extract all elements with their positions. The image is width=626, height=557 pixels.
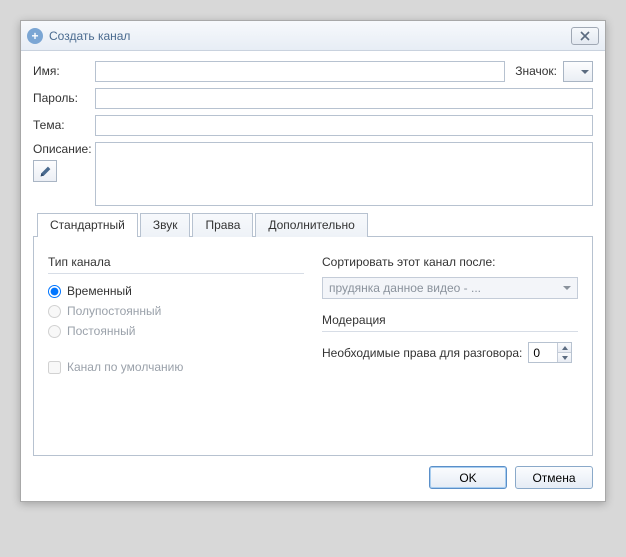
password-input[interactable]	[95, 88, 593, 109]
description-label: Описание:	[33, 142, 92, 156]
spinner-down[interactable]	[558, 353, 571, 362]
talk-power-input[interactable]	[529, 343, 557, 362]
titlebar: + Создать канал	[21, 21, 605, 51]
tabpanel-standard: Тип канала Временный Полупостоянный Пост…	[33, 236, 593, 456]
tab-standard[interactable]: Стандартный	[37, 213, 138, 237]
password-label: Пароль:	[33, 88, 95, 105]
edit-description-button[interactable]	[33, 160, 57, 182]
checkbox-default-channel[interactable]: Канал по умолчанию	[48, 360, 304, 374]
sort-after-dropdown[interactable]: прудянка данное видео - ...	[322, 277, 578, 299]
radio-temporary[interactable]: Временный	[48, 284, 304, 298]
spinner-up[interactable]	[558, 343, 571, 353]
radio-perm-input[interactable]	[48, 325, 61, 338]
radio-perm[interactable]: Постоянный	[48, 324, 304, 338]
tab-sound[interactable]: Звук	[140, 213, 191, 237]
talk-power-spinner[interactable]	[528, 342, 572, 363]
tabs: Стандартный Звук Права Дополнительно Тип…	[33, 212, 593, 456]
icon-picker[interactable]	[563, 61, 593, 82]
checkbox-default-label: Канал по умолчанию	[67, 360, 183, 374]
moderation-title: Модерация	[322, 313, 578, 332]
tab-advanced[interactable]: Дополнительно	[255, 213, 367, 237]
chevron-down-icon	[563, 284, 571, 292]
window-title: Создать канал	[49, 29, 130, 43]
name-label: Имя:	[33, 61, 95, 78]
topic-input[interactable]	[95, 115, 593, 136]
icon-label: Значок:	[515, 61, 557, 78]
create-channel-dialog: + Создать канал Имя: Значок: Пароль: Тем…	[20, 20, 606, 502]
close-button[interactable]	[571, 27, 599, 45]
dialog-body: Имя: Значок: Пароль: Тема: Описание:	[21, 51, 605, 501]
close-icon	[580, 31, 590, 41]
chevron-up-icon	[562, 346, 568, 350]
channel-type-title: Тип канала	[48, 255, 304, 274]
radio-temporary-input[interactable]	[48, 285, 61, 298]
topic-label: Тема:	[33, 115, 95, 132]
radio-perm-label: Постоянный	[67, 324, 135, 338]
radio-semiperm[interactable]: Полупостоянный	[48, 304, 304, 318]
description-textarea[interactable]	[95, 142, 593, 206]
plus-icon: +	[27, 28, 43, 44]
talk-power-label: Необходимые права для разговора:	[322, 346, 522, 360]
cancel-button[interactable]: Отмена	[515, 466, 593, 489]
radio-semiperm-input[interactable]	[48, 305, 61, 318]
chevron-down-icon	[562, 356, 568, 360]
chevron-down-icon	[581, 68, 589, 76]
tab-permissions[interactable]: Права	[192, 213, 253, 237]
sort-after-value: прудянка данное видео - ...	[329, 281, 481, 295]
dialog-footer: OK Отмена	[33, 456, 593, 489]
radio-temporary-label: Временный	[67, 284, 132, 298]
ok-button[interactable]: OK	[429, 466, 507, 489]
radio-semiperm-label: Полупостоянный	[67, 304, 161, 318]
name-input[interactable]	[95, 61, 505, 82]
checkbox-default-input[interactable]	[48, 361, 61, 374]
sort-after-label: Сортировать этот канал после:	[322, 255, 578, 269]
pencil-icon	[39, 165, 52, 178]
